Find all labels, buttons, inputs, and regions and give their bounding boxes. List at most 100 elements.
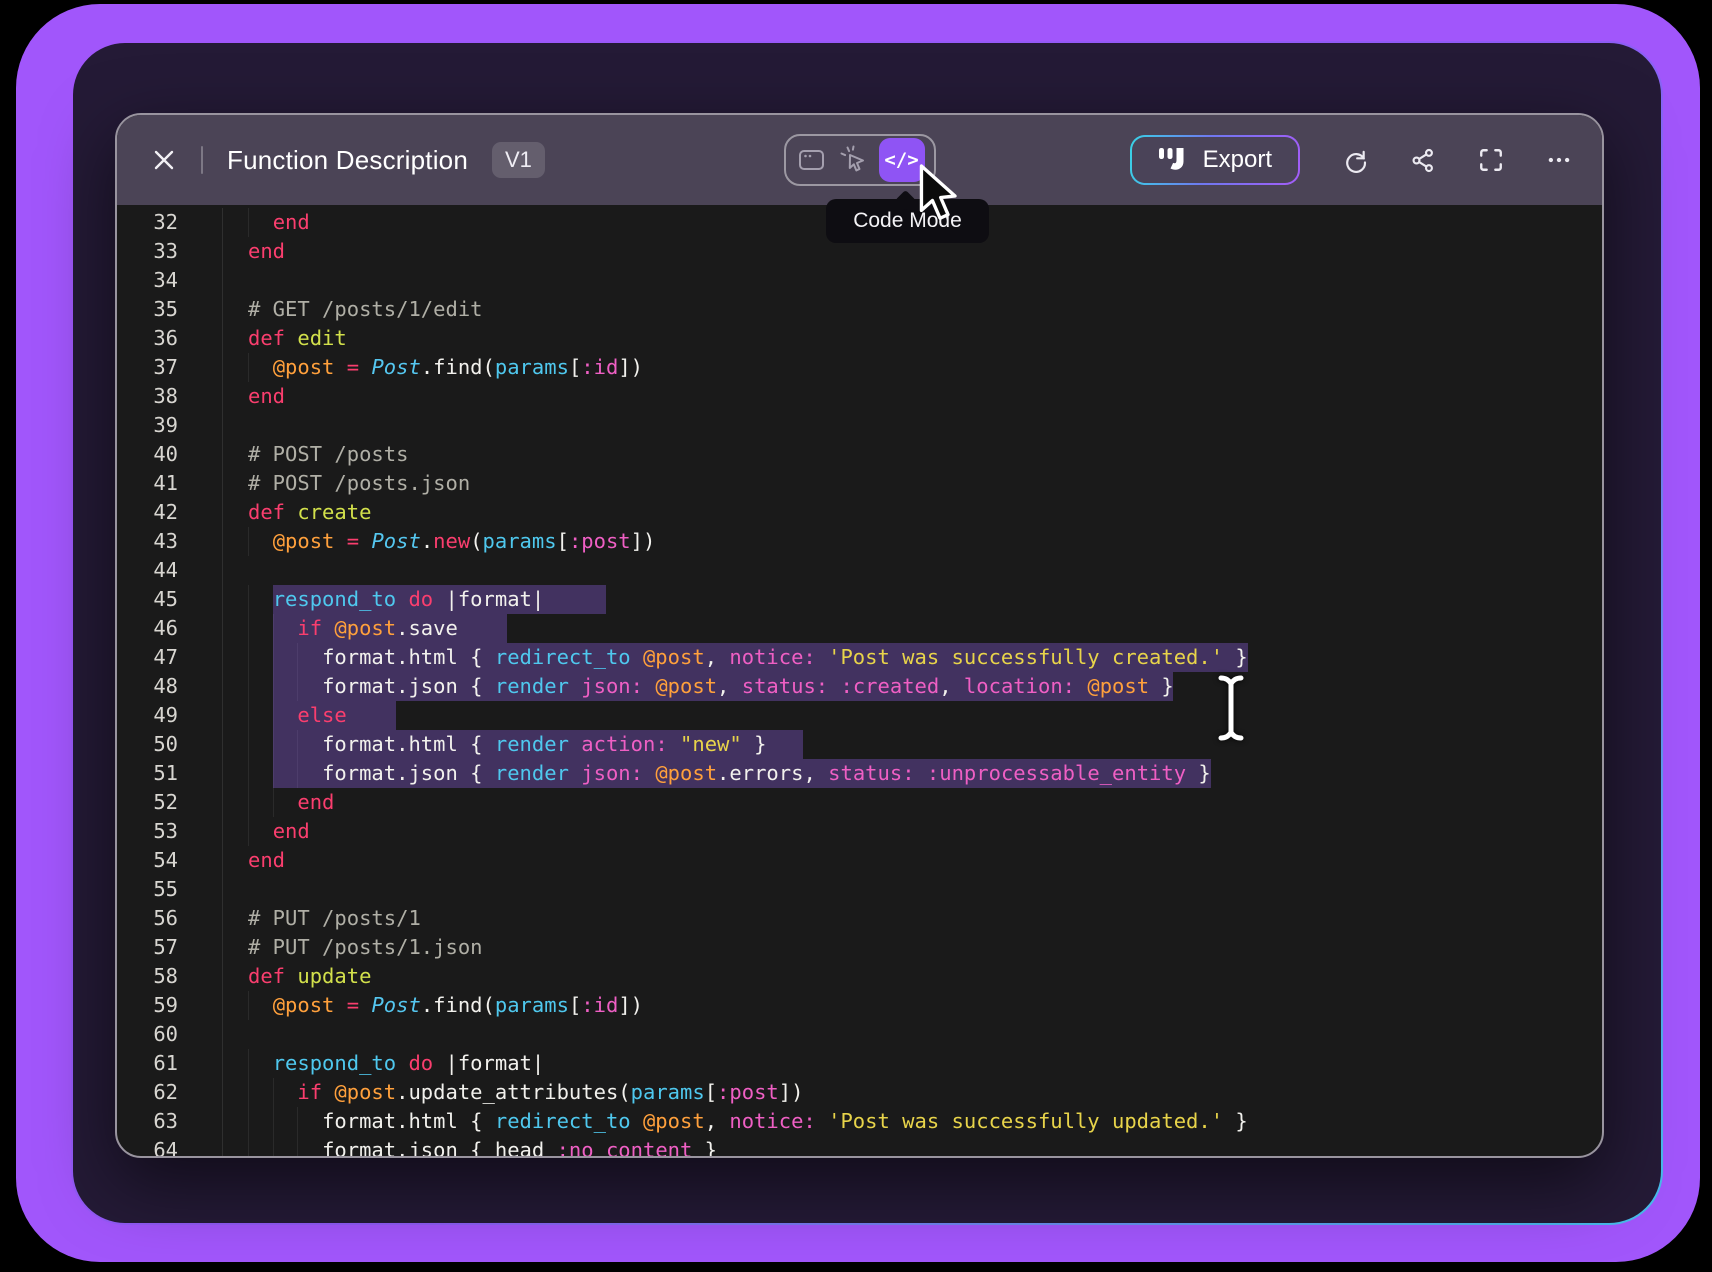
version-badge[interactable]: V1 [492, 142, 545, 178]
line-number: 54 [117, 846, 178, 875]
code-line[interactable]: 43 @post = Post.new(params[:post]) [117, 527, 1602, 556]
line-content: def update [222, 962, 1602, 991]
line-content: format.json { head :no_content } [222, 1136, 1602, 1158]
line-number: 58 [117, 962, 178, 991]
line-number: 42 [117, 498, 178, 527]
code-line[interactable]: 45 respond_to do |format| [117, 585, 1602, 614]
line-number: 59 [117, 991, 178, 1020]
code-line[interactable]: 50 format.html { render action: "new" } [117, 730, 1602, 759]
code-line[interactable]: 64 format.json { head :no_content } [117, 1136, 1602, 1158]
line-number: 50 [117, 730, 178, 759]
code-icon: </> [884, 149, 918, 171]
line-content: @post = Post.new(params[:post]) [222, 527, 1602, 556]
more-icon [1546, 146, 1572, 174]
line-content: if @post.save [222, 614, 1602, 643]
refresh-icon [1342, 147, 1368, 174]
line-content: respond_to do |format| [222, 1049, 1602, 1078]
code-line[interactable]: 39 [117, 411, 1602, 440]
code-line[interactable]: 37 @post = Post.find(params[:id]) [117, 353, 1602, 382]
fullscreen-button[interactable] [1478, 147, 1504, 173]
line-number: 33 [117, 237, 178, 266]
close-button[interactable] [151, 147, 177, 173]
line-content [222, 875, 1602, 904]
code-line[interactable]: 41# POST /posts.json [117, 469, 1602, 498]
line-content [222, 411, 1602, 440]
fullscreen-icon [1478, 147, 1504, 173]
code-line[interactable]: 36 def edit [117, 324, 1602, 353]
line-number: 45 [117, 585, 178, 614]
code-line[interactable]: 60 [117, 1020, 1602, 1049]
code-mode-tooltip: Code Mode [826, 199, 989, 243]
line-number: 64 [117, 1136, 178, 1158]
line-number: 46 [117, 614, 178, 643]
line-number: 51 [117, 759, 178, 788]
line-content: format.html { redirect_to @post, notice:… [222, 1107, 1602, 1136]
code-line[interactable]: 56 # PUT /posts/1 [117, 904, 1602, 933]
line-content: # PUT /posts/1 [222, 904, 1602, 933]
code-line[interactable]: 57# PUT /posts/1.json [117, 933, 1602, 962]
line-number: 40 [117, 440, 178, 469]
line-number: 36 [117, 324, 178, 353]
line-number: 43 [117, 527, 178, 556]
brand-quote-icon [1158, 147, 1190, 173]
code-line[interactable]: 47 format.html { redirect_to @post, noti… [117, 643, 1602, 672]
code-editor[interactable]: 32 end33end3435# GET /posts/1/edit36def … [117, 205, 1602, 1158]
code-line[interactable]: 52 end [117, 788, 1602, 817]
window-icon [798, 148, 825, 172]
close-icon [152, 148, 176, 172]
code-line[interactable]: 42def create [117, 498, 1602, 527]
code-line[interactable]: 49 else [117, 701, 1602, 730]
app-window: Function Description V1 [115, 113, 1604, 1158]
text-cursor [1212, 672, 1250, 749]
code-line[interactable]: 35 # GET /posts/1/edit [117, 295, 1602, 324]
line-content: # GET /posts/1/edit [222, 295, 1602, 324]
line-number: 49 [117, 701, 178, 730]
line-content: format.html { render action: "new" } [222, 730, 1602, 759]
titlebar-divider [201, 146, 203, 174]
line-content: @post = Post.find(params[:id]) [222, 353, 1602, 382]
line-number: 61 [117, 1049, 178, 1078]
line-content: else [222, 701, 1602, 730]
code-line[interactable]: 46 if @post.save [117, 614, 1602, 643]
window-mode-button[interactable] [795, 143, 829, 177]
line-content: format.html { redirect_to @post, notice:… [222, 643, 1602, 672]
refresh-button[interactable] [1342, 147, 1368, 173]
line-number: 63 [117, 1107, 178, 1136]
code-line[interactable]: 53 end [117, 817, 1602, 846]
code-line[interactable]: 55 [117, 875, 1602, 904]
code-line[interactable]: 44 [117, 556, 1602, 585]
more-button[interactable] [1546, 147, 1572, 173]
line-content: format.json { render json: @post, status… [222, 672, 1602, 701]
line-number: 35 [117, 295, 178, 324]
export-button[interactable]: Export [1130, 135, 1300, 185]
line-number: 52 [117, 788, 178, 817]
line-number: 53 [117, 817, 178, 846]
code-line[interactable]: 61 respond_to do |format| [117, 1049, 1602, 1078]
line-number: 37 [117, 353, 178, 382]
code-line[interactable]: 34 [117, 266, 1602, 295]
code-line[interactable]: 54end [117, 846, 1602, 875]
code-line[interactable]: 58 def update [117, 962, 1602, 991]
code-line[interactable]: 40# POST /posts [117, 440, 1602, 469]
interact-mode-button[interactable] [837, 143, 871, 177]
line-content [222, 1020, 1602, 1049]
line-content: if @post.update_attributes(params[:post]… [222, 1078, 1602, 1107]
code-line[interactable]: 38end [117, 382, 1602, 411]
line-number: 56 [117, 904, 178, 933]
line-number: 38 [117, 382, 178, 411]
code-line[interactable]: 48 format.json { render json: @post, sta… [117, 672, 1602, 701]
line-number: 32 [117, 208, 178, 237]
click-cursor-icon [839, 145, 869, 175]
ibeam-icon [1212, 672, 1250, 744]
code-line[interactable]: 63 format.html { redirect_to @post, noti… [117, 1107, 1602, 1136]
line-content [222, 556, 1602, 585]
share-button[interactable] [1410, 147, 1436, 173]
code-line[interactable]: 62 if @post.update_attributes(params[:po… [117, 1078, 1602, 1107]
line-number: 57 [117, 933, 178, 962]
line-number: 34 [117, 266, 178, 295]
line-content: end [222, 788, 1602, 817]
code-line[interactable]: 51 format.json { render json: @post.erro… [117, 759, 1602, 788]
mouse-arrow-icon [918, 163, 960, 221]
code-line[interactable]: 59 @post = Post.find(params[:id]) [117, 991, 1602, 1020]
line-content: def edit [222, 324, 1602, 353]
